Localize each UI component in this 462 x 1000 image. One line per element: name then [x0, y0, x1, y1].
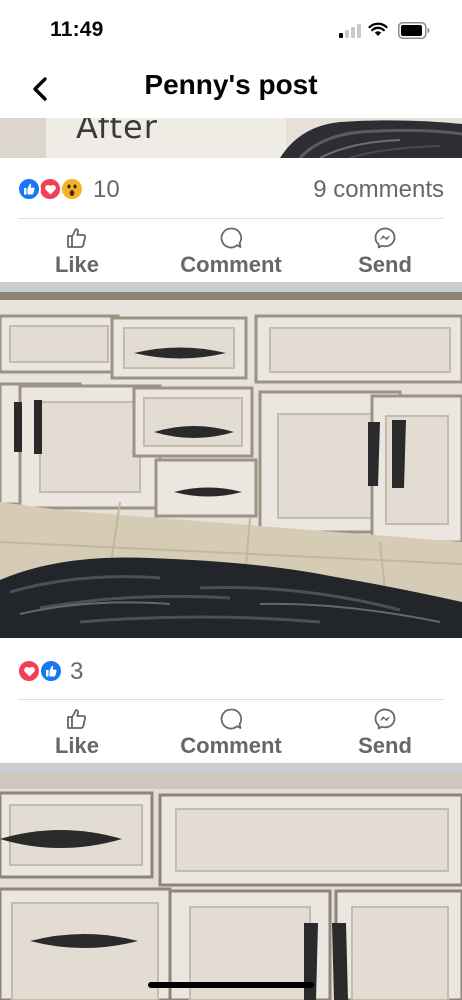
vanity-closeup-image	[0, 773, 462, 1000]
photo-1-image	[0, 118, 462, 158]
thumbs-up-icon	[67, 228, 87, 248]
navigation-header: Penny's post	[0, 60, 462, 118]
comment-button[interactable]: Comment	[170, 220, 292, 282]
like-button[interactable]: Like	[40, 701, 114, 763]
action-bar-1: Like Comment Send	[0, 220, 462, 282]
comment-bubble-icon	[220, 708, 243, 730]
post-separator	[0, 763, 462, 773]
comment-label: Comment	[180, 733, 282, 758]
status-time: 11:49	[50, 18, 104, 41]
like-label: Like	[54, 733, 100, 758]
reaction-count: 3	[70, 658, 84, 685]
post-photo-2[interactable]	[0, 292, 462, 638]
thumbs-up-icon	[67, 709, 87, 729]
post-separator	[0, 282, 462, 292]
love-icon	[17, 659, 41, 683]
comments-count-link[interactable]: 9 comments	[313, 176, 444, 204]
home-indicator[interactable]	[148, 982, 314, 988]
divider	[18, 699, 444, 700]
wow-icon	[60, 177, 84, 201]
reaction-count: 10	[93, 176, 120, 203]
comment-label: Comment	[180, 252, 282, 277]
wifi-icon	[368, 22, 388, 36]
comment-button[interactable]: Comment	[170, 701, 292, 763]
divider	[18, 218, 444, 219]
post-photo-1[interactable]: After	[0, 118, 462, 158]
like-label: Like	[54, 252, 100, 277]
photo-caption-text: After	[76, 118, 158, 146]
send-label: Send	[358, 252, 412, 277]
send-button[interactable]: Send	[346, 701, 424, 763]
send-label: Send	[358, 733, 412, 758]
action-bar-2: Like Comment Send	[0, 701, 462, 763]
love-icon	[38, 177, 62, 201]
reaction-summary-1[interactable]: 10 9 comments	[0, 160, 462, 220]
battery-icon	[398, 22, 430, 39]
post-photo-3[interactable]	[0, 773, 462, 1000]
page-title: Penny's post	[144, 69, 318, 100]
messenger-icon	[374, 227, 396, 249]
like-icon	[39, 659, 63, 683]
messenger-icon	[374, 708, 396, 730]
reaction-summary-2[interactable]: 3	[0, 640, 462, 700]
send-button[interactable]: Send	[346, 220, 424, 282]
comment-bubble-icon	[220, 227, 243, 249]
status-bar: 11:49	[0, 0, 462, 60]
cellular-signal-icon	[339, 24, 361, 38]
vanity-photo-image	[0, 292, 462, 638]
like-button[interactable]: Like	[40, 220, 114, 282]
like-icon	[17, 177, 41, 201]
